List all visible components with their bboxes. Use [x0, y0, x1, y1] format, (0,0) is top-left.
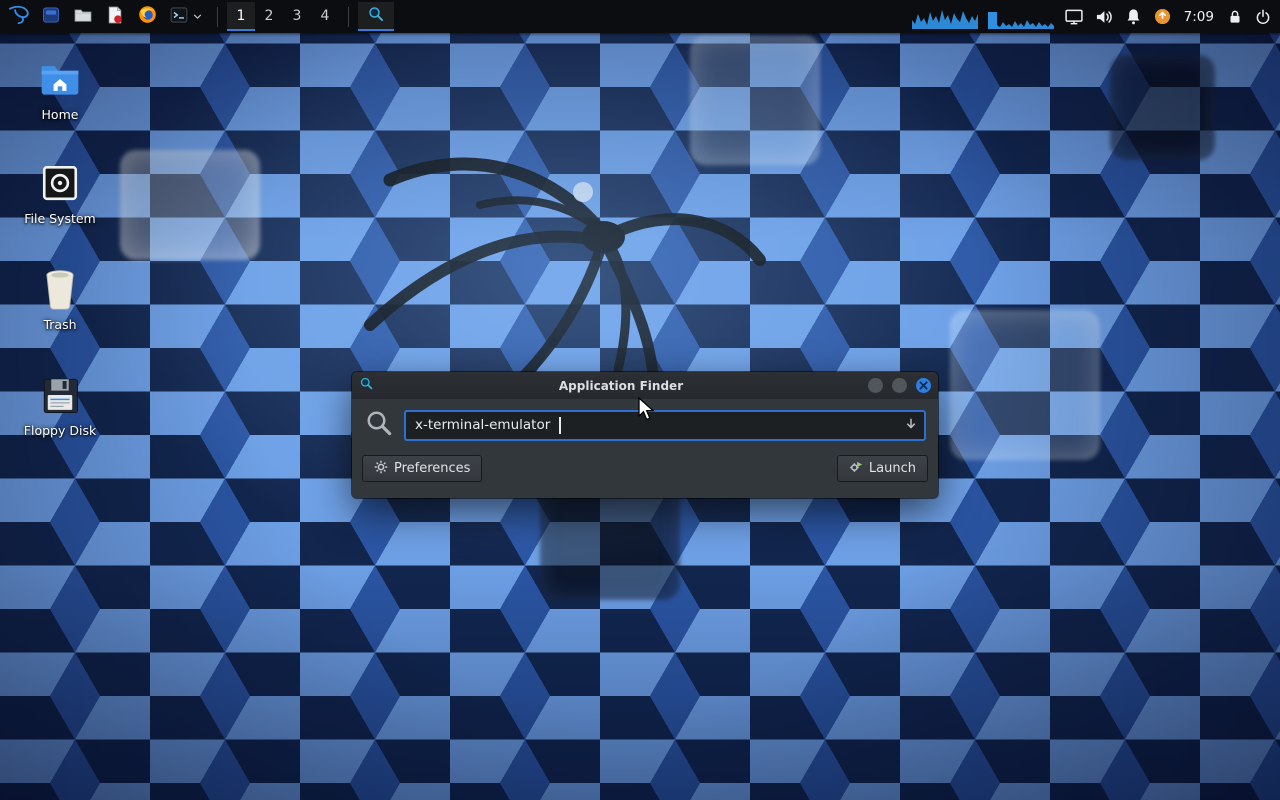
lock-icon[interactable]	[1226, 2, 1244, 31]
updates-icon[interactable]	[1153, 2, 1172, 31]
kali-menu-button[interactable]	[4, 2, 34, 31]
home-folder-icon	[37, 56, 83, 102]
desktop-icon-trash[interactable]: Trash	[5, 266, 115, 332]
top-panel: 1 2 3 4	[0, 0, 1280, 33]
desktop-icon-label: Trash	[43, 318, 76, 332]
text-caret	[559, 417, 561, 434]
history-dropdown-icon[interactable]	[904, 416, 918, 435]
gear-icon	[374, 460, 388, 478]
desktop-icon-home[interactable]: Home	[5, 56, 115, 122]
volume-icon[interactable]	[1094, 2, 1114, 31]
wallpaper-dark-cube	[540, 480, 680, 600]
desktop-icon-floppy-disk[interactable]: Floppy Disk	[5, 372, 115, 438]
workspace-4[interactable]: 4	[311, 2, 339, 31]
workspace-switcher: 1 2 3 4	[227, 2, 339, 31]
preferences-button[interactable]: Preferences	[362, 455, 482, 482]
wallpaper-glass-cube	[950, 310, 1100, 460]
desktop-icon-label: Floppy Disk	[24, 424, 96, 438]
minimize-button[interactable]	[868, 378, 883, 393]
desktop-icon-file-system[interactable]: File System	[5, 160, 115, 226]
search-input-value: x-terminal-emulator	[415, 417, 550, 433]
search-row: x-terminal-emulator	[352, 399, 938, 448]
kali-logo-icon	[8, 3, 31, 30]
workspace-3[interactable]: 3	[283, 2, 311, 31]
launcher-text-editor[interactable]	[100, 2, 130, 31]
launcher-file-manager[interactable]	[68, 2, 98, 31]
chevron-down-icon[interactable]	[192, 7, 203, 26]
panel-separator	[348, 7, 349, 27]
titlebar[interactable]: Application Finder	[352, 372, 938, 399]
wallpaper-dark-cube	[1110, 55, 1215, 160]
close-button[interactable]	[916, 378, 931, 393]
task-application-finder[interactable]	[358, 2, 394, 31]
window-controls	[868, 378, 931, 393]
file-system-drive-icon	[37, 160, 83, 206]
launcher-firefox[interactable]	[132, 2, 162, 31]
desktop: 1 2 3 4	[0, 0, 1280, 800]
launcher-files[interactable]	[36, 2, 66, 31]
application-finder-window: Application Finder x-terminal-emulator	[352, 372, 938, 498]
trash-can-icon	[37, 266, 83, 312]
terminal-icon	[169, 5, 189, 29]
launcher-terminal[interactable]	[164, 2, 208, 31]
launch-button-label: Launch	[869, 461, 916, 476]
display-icon[interactable]	[1064, 2, 1084, 31]
panel-right: 7:09	[912, 0, 1280, 33]
firefox-icon	[137, 4, 158, 29]
search-icon	[364, 408, 394, 442]
workspace-1[interactable]: 1	[227, 2, 255, 31]
panel-clock[interactable]: 7:09	[1182, 9, 1216, 25]
launch-button[interactable]: Launch	[837, 455, 928, 482]
files-app-icon	[41, 5, 61, 29]
document-icon	[105, 5, 125, 29]
wallpaper-glass-cube	[120, 150, 260, 260]
panel-left: 1 2 3 4	[0, 0, 394, 33]
search-input[interactable]: x-terminal-emulator	[404, 410, 926, 441]
logout-icon[interactable]	[1254, 2, 1272, 31]
application-finder-icon	[367, 5, 385, 27]
window-title: Application Finder	[374, 379, 868, 393]
floppy-disk-icon	[37, 372, 83, 418]
network-graph[interactable]	[988, 2, 1054, 31]
preferences-button-label: Preferences	[394, 461, 470, 476]
notifications-bell-icon[interactable]	[1124, 2, 1143, 31]
window-app-icon	[359, 376, 374, 395]
maximize-button[interactable]	[892, 378, 907, 393]
workspace-2[interactable]: 2	[255, 2, 283, 31]
wallpaper-glass-cube	[690, 35, 820, 165]
folder-icon	[73, 5, 93, 29]
launch-icon	[849, 460, 863, 478]
desktop-icon-label: Home	[42, 108, 79, 122]
cpu-graph[interactable]	[912, 2, 978, 31]
desktop-icon-label: File System	[24, 212, 96, 226]
panel-separator	[217, 7, 218, 27]
dialog-footer: Preferences Launch	[352, 448, 938, 489]
